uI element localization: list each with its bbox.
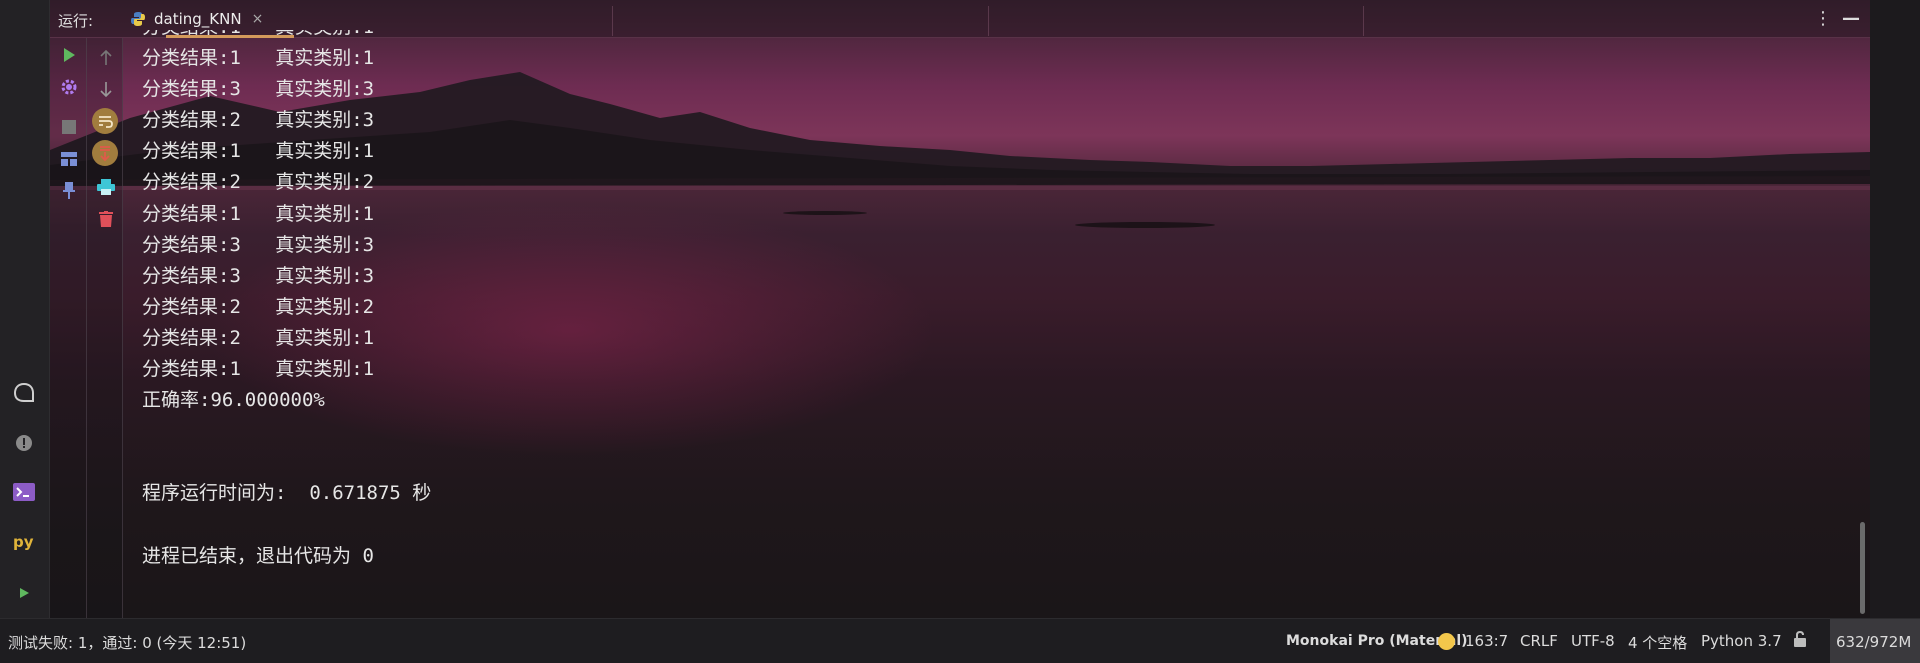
console-toolbar <box>87 38 123 618</box>
run-panel-icon[interactable] <box>11 580 37 606</box>
arrow-down-icon[interactable] <box>95 78 117 100</box>
more-options-icon[interactable]: ⋮ <box>1814 8 1832 29</box>
soft-wrap-icon[interactable] <box>92 108 118 134</box>
indent-setting[interactable]: 4 个空格 <box>1628 632 1687 653</box>
python-interpreter[interactable]: Python 3.7 <box>1701 632 1782 650</box>
file-encoding[interactable]: UTF-8 <box>1571 632 1615 650</box>
console-line: 分类结果:3 真实类别:3 <box>142 264 375 287</box>
rerun-icon[interactable] <box>58 44 80 66</box>
console-line: 分类结果:2 真实类别:3 <box>142 109 375 132</box>
console-scrollbar[interactable] <box>1860 522 1865 614</box>
tab-label: dating_KNN <box>154 10 242 28</box>
stop-icon[interactable] <box>58 116 80 138</box>
print-icon[interactable] <box>95 176 117 198</box>
exit-code-line: 进程已结束，退出代码为 0 <box>142 544 374 567</box>
layout-icon[interactable] <box>58 148 80 170</box>
trash-icon[interactable] <box>95 208 117 230</box>
status-bar: 测试失败: 1，通过: 0 (今天 12:51) Monokai Pro (Ma… <box>0 618 1920 663</box>
console-line: 分类结果:1 真实类别:1 <box>142 358 375 381</box>
arrow-up-icon[interactable] <box>95 47 117 69</box>
python-file-icon <box>131 12 145 26</box>
lock-icon[interactable] <box>1793 630 1807 651</box>
console-line: 分类结果:3 真实类别:3 <box>142 233 375 256</box>
console-line: 分类结果:1 真实类别:1 <box>142 140 375 163</box>
chat-bubble-icon[interactable] <box>11 380 37 406</box>
activity-bar: py <box>0 0 50 618</box>
settings-gear-icon[interactable] <box>58 76 80 98</box>
scroll-to-end-icon[interactable] <box>92 140 118 166</box>
problems-icon[interactable] <box>11 430 37 456</box>
line-ending[interactable]: CRLF <box>1520 632 1558 650</box>
console-line: 分类结果:1 真实类别:1 <box>142 47 375 70</box>
test-result-status[interactable]: 测试失败: 1，通过: 0 (今天 12:51) <box>8 632 246 653</box>
memory-indicator[interactable]: 632/972M <box>1830 619 1920 663</box>
pin-icon[interactable] <box>58 180 80 202</box>
console-output[interactable]: 分类结果:1 真实类别:1 分类结果:1 真实类别:1 分类结果:3 真实类别:… <box>142 30 1842 610</box>
memory-usage: 632/972M <box>1836 632 1912 651</box>
console-line: 分类结果:1 真实类别:1 <box>142 202 375 225</box>
run-toolbar <box>50 38 87 618</box>
run-label: 运行: <box>58 12 94 30</box>
terminal-icon[interactable] <box>11 479 37 505</box>
theme-indicator-icon <box>1438 633 1455 650</box>
console-line: 分类结果:1 真实类别:1 <box>142 30 1842 43</box>
accuracy-line: 正确率:96.000000% <box>142 389 325 412</box>
console-line: 分类结果:2 真实类别:2 <box>142 171 375 194</box>
runtime-line: 程序运行时间为: 0.671875 秒 <box>142 482 432 505</box>
caret-position[interactable]: 163:7 <box>1465 632 1508 650</box>
console-line: 分类结果:3 真实类别:3 <box>142 78 375 101</box>
console-line: 分类结果:2 真实类别:1 <box>142 326 375 349</box>
minimize-icon[interactable]: — <box>1842 8 1860 29</box>
python-console-icon[interactable]: py <box>11 529 37 555</box>
console-line: 分类结果:2 真实类别:2 <box>142 295 375 318</box>
svg-text:py: py <box>13 533 34 551</box>
close-icon[interactable]: × <box>252 11 264 27</box>
